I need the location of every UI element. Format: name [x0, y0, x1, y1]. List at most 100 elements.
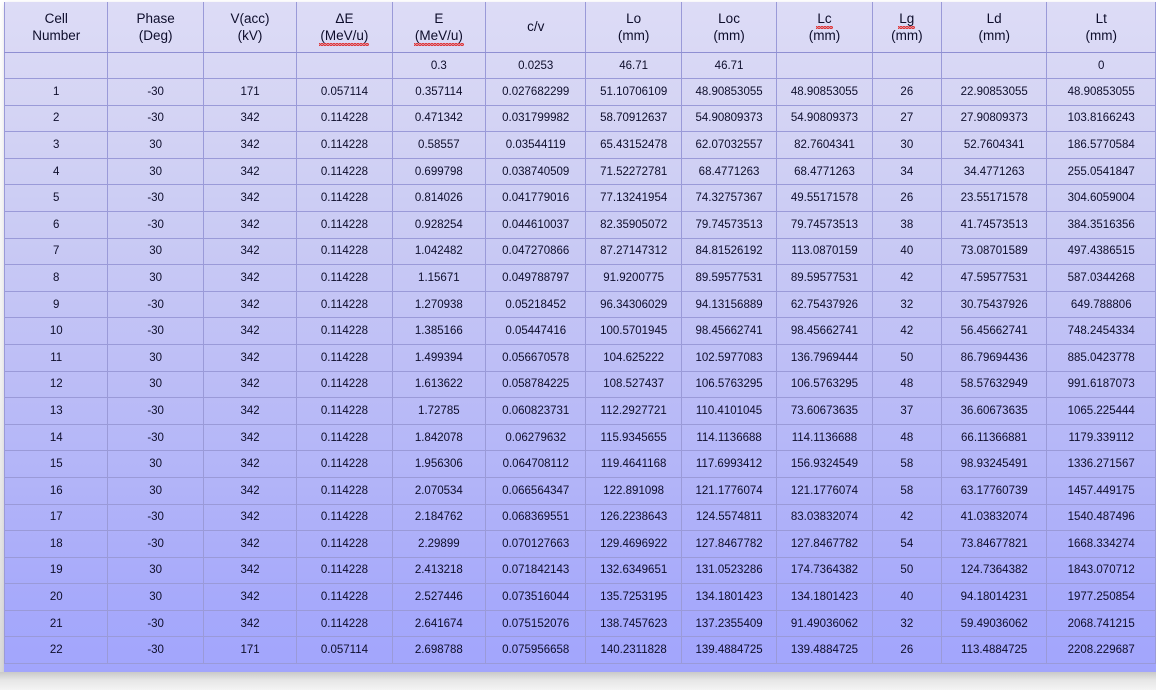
- cell-vacc[interactable]: 342: [203, 291, 298, 319]
- cell-vacc[interactable]: 342: [203, 344, 298, 372]
- cell-vacc[interactable]: 342: [203, 105, 298, 133]
- cell-loc[interactable]: 134.1801423: [681, 583, 778, 611]
- cell-ld[interactable]: 34.4771263: [941, 158, 1048, 186]
- cell-cv[interactable]: 0.05218452: [485, 291, 587, 319]
- cell-cv[interactable]: 0.066564347: [485, 477, 587, 505]
- cell-lo[interactable]: 132.6349651: [585, 557, 682, 585]
- cell-ld[interactable]: 27.90809373: [941, 105, 1048, 133]
- cell-lc[interactable]: 49.55171578: [776, 184, 873, 212]
- cell-de[interactable]: 0.114228: [296, 424, 393, 452]
- cell-lo[interactable]: 108.527437: [585, 371, 682, 399]
- cell-lo[interactable]: 138.7457623: [585, 610, 682, 638]
- cell-cell[interactable]: 21: [4, 610, 109, 638]
- constant-cell-loc[interactable]: 46.71: [681, 52, 778, 79]
- cell-ld[interactable]: 59.49036062: [941, 610, 1048, 638]
- cell-de[interactable]: 0.114228: [296, 557, 393, 585]
- cell-cv[interactable]: 0.027682299: [485, 78, 587, 106]
- cell-cell[interactable]: 7: [4, 238, 109, 266]
- cell-de[interactable]: 0.114228: [296, 317, 393, 345]
- cell-lc[interactable]: 98.45662741: [776, 317, 873, 345]
- cell-e[interactable]: 0.357114: [392, 78, 487, 106]
- cell-phase[interactable]: 30: [107, 344, 204, 372]
- column-header-phase[interactable]: Phase (Deg): [107, 2, 204, 53]
- cell-e[interactable]: 1.499394: [392, 344, 487, 372]
- constant-cell-ld[interactable]: [941, 52, 1048, 79]
- cell-lt[interactable]: 1668.334274: [1046, 530, 1156, 558]
- cell-lg[interactable]: 32: [872, 291, 942, 319]
- cell-cv[interactable]: 0.049788797: [485, 264, 587, 292]
- cell-ld[interactable]: 58.57632949: [941, 371, 1048, 399]
- column-header-lo[interactable]: Lo (mm): [585, 2, 682, 53]
- cell-lg[interactable]: 50: [872, 344, 942, 372]
- cell-lc[interactable]: 68.4771263: [776, 158, 873, 186]
- cell-lo[interactable]: 71.52272781: [585, 158, 682, 186]
- cell-loc[interactable]: 114.1136688: [681, 424, 778, 452]
- cell-lc[interactable]: 106.5763295: [776, 371, 873, 399]
- column-header-lg[interactable]: Lg (mm): [872, 2, 942, 53]
- cell-ld[interactable]: 47.59577531: [941, 264, 1048, 292]
- cell-lo[interactable]: 135.7253195: [585, 583, 682, 611]
- cell-phase[interactable]: 30: [107, 477, 204, 505]
- cell-ld[interactable]: 41.74573513: [941, 211, 1048, 239]
- cell-lg[interactable]: 48: [872, 371, 942, 399]
- cell-cell[interactable]: 18: [4, 530, 109, 558]
- cell-lt[interactable]: 103.8166243: [1046, 105, 1156, 133]
- cell-cell[interactable]: 12: [4, 371, 109, 399]
- cell-vacc[interactable]: 342: [203, 583, 298, 611]
- cell-cv[interactable]: 0.064708112: [485, 450, 587, 478]
- cell-lc[interactable]: 82.7604341: [776, 131, 873, 159]
- constant-cell-lt[interactable]: 0: [1046, 52, 1156, 79]
- cell-lg[interactable]: 26: [872, 78, 942, 106]
- cell-lt[interactable]: 1179.339112: [1046, 424, 1156, 452]
- cell-de[interactable]: 0.114228: [296, 344, 393, 372]
- cell-phase[interactable]: -30: [107, 504, 204, 532]
- column-header-de[interactable]: ΔE (MeV/u): [296, 2, 393, 53]
- cell-cv[interactable]: 0.031799982: [485, 105, 587, 133]
- cell-cv[interactable]: 0.068369551: [485, 504, 587, 532]
- cell-lt[interactable]: 1457.449175: [1046, 477, 1156, 505]
- column-header-lc[interactable]: Lc (mm): [776, 2, 873, 53]
- cell-lt[interactable]: 48.90853055: [1046, 78, 1156, 106]
- cell-cell[interactable]: 22: [4, 636, 109, 665]
- cell-cell[interactable]: 13: [4, 397, 109, 425]
- constant-cell-vacc[interactable]: [203, 52, 298, 79]
- cell-lt[interactable]: 1540.487496: [1046, 504, 1156, 532]
- cell-cell[interactable]: 8: [4, 264, 109, 292]
- cell-lt[interactable]: 186.5770584: [1046, 131, 1156, 159]
- cell-e[interactable]: 0.471342: [392, 105, 487, 133]
- cell-phase[interactable]: -30: [107, 530, 204, 558]
- cell-phase[interactable]: -30: [107, 184, 204, 212]
- cell-cv[interactable]: 0.058784225: [485, 371, 587, 399]
- cell-vacc[interactable]: 342: [203, 557, 298, 585]
- cell-phase[interactable]: -30: [107, 636, 204, 665]
- cell-de[interactable]: 0.114228: [296, 264, 393, 292]
- cell-lt[interactable]: 748.2454334: [1046, 317, 1156, 345]
- cell-cv[interactable]: 0.038740509: [485, 158, 587, 186]
- cell-lt[interactable]: 1977.250854: [1046, 583, 1156, 611]
- cell-e[interactable]: 2.527446: [392, 583, 487, 611]
- cell-vacc[interactable]: 342: [203, 131, 298, 159]
- cell-phase[interactable]: -30: [107, 211, 204, 239]
- cell-ld[interactable]: 30.75437926: [941, 291, 1048, 319]
- cell-cell[interactable]: 5: [4, 184, 109, 212]
- cell-lc[interactable]: 156.9324549: [776, 450, 873, 478]
- cell-loc[interactable]: 131.0523286: [681, 557, 778, 585]
- cell-lt[interactable]: 1843.070712: [1046, 557, 1156, 585]
- cell-vacc[interactable]: 342: [203, 477, 298, 505]
- cell-e[interactable]: 1.042482: [392, 238, 487, 266]
- cell-cv[interactable]: 0.044610037: [485, 211, 587, 239]
- cell-lt[interactable]: 1065.225444: [1046, 397, 1156, 425]
- cell-lg[interactable]: 34: [872, 158, 942, 186]
- cell-vacc[interactable]: 342: [203, 504, 298, 532]
- cell-ld[interactable]: 124.7364382: [941, 557, 1048, 585]
- cell-loc[interactable]: 117.6993412: [681, 450, 778, 478]
- cell-lo[interactable]: 104.625222: [585, 344, 682, 372]
- cell-lo[interactable]: 129.4696922: [585, 530, 682, 558]
- cell-ld[interactable]: 52.7604341: [941, 131, 1048, 159]
- cell-e[interactable]: 2.29899: [392, 530, 487, 558]
- cell-ld[interactable]: 56.45662741: [941, 317, 1048, 345]
- cell-loc[interactable]: 68.4771263: [681, 158, 778, 186]
- cell-e[interactable]: 1.15671: [392, 264, 487, 292]
- cell-cv[interactable]: 0.047270866: [485, 238, 587, 266]
- cell-cell[interactable]: 20: [4, 583, 109, 611]
